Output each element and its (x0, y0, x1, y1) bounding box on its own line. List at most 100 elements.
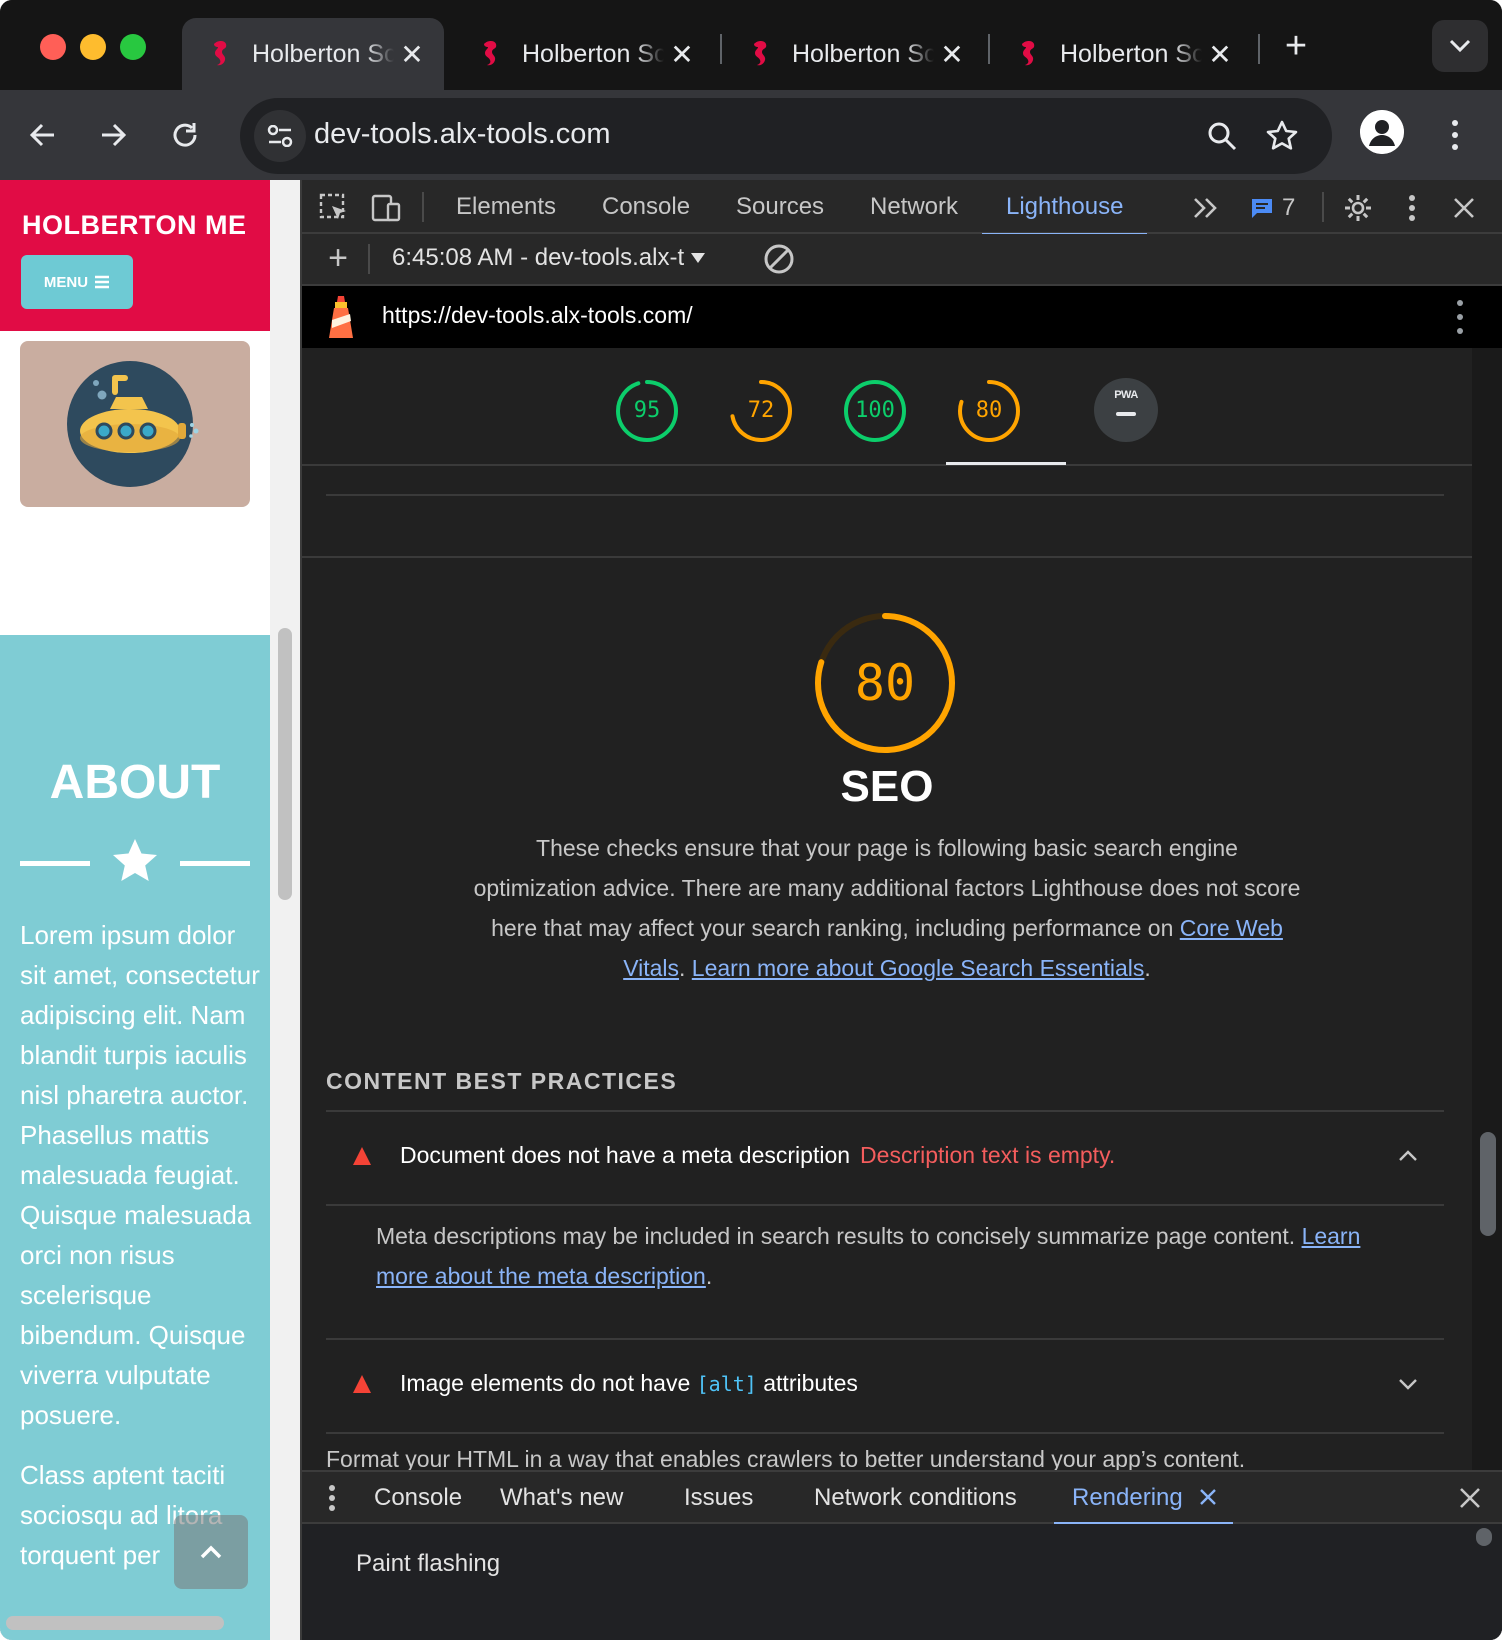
bookmark-button[interactable] (1260, 114, 1304, 158)
reload-button[interactable] (160, 110, 210, 160)
report-menu-button[interactable] (1454, 300, 1466, 334)
tab-network[interactable]: Network (846, 180, 982, 234)
double-chevron-right-icon (1194, 198, 1217, 218)
scroll-to-top-button[interactable] (174, 1515, 248, 1589)
drawer-tab-network-conditions[interactable]: Network conditions (796, 1472, 1035, 1524)
arrow-left-icon (29, 123, 54, 147)
audit-image-alt[interactable]: Image elements do not have [alt] attribu… (326, 1340, 1444, 1432)
about-text: Lorem ipsum dolor sit amet, consectetur … (20, 915, 260, 1595)
audit-group-title: CONTENT BEST PRACTICES (326, 1068, 678, 1094)
chevron-up-icon[interactable] (1394, 1142, 1422, 1170)
maximize-window-button[interactable] (120, 34, 146, 60)
issues-counter[interactable]: 7 (1250, 190, 1295, 226)
paint-flashing-option[interactable]: Paint flashing (356, 1550, 500, 1578)
report-url[interactable]: https://dev-tools.alx-tools.com/ (382, 302, 693, 329)
site-title[interactable]: HOLBERTON ME (22, 210, 247, 241)
rendering-panel: Paint flashing (302, 1524, 1502, 1640)
devtools-menu-button[interactable] (1394, 190, 1430, 226)
drawer-tab-rendering[interactable]: Rendering (1054, 1472, 1233, 1525)
pwa-badge[interactable]: PWA (1094, 378, 1158, 442)
search-essentials-link[interactable]: Learn more about Google Search Essential… (692, 955, 1145, 981)
audit-description-text: Meta descriptions may be included in sea… (376, 1223, 1302, 1249)
close-devtools-button[interactable] (1446, 190, 1482, 226)
audit-title-text: attributes (756, 1370, 858, 1396)
page-scroll-thumb[interactable] (278, 628, 292, 900)
gear-icon (1345, 195, 1371, 221)
tab-sources[interactable]: Sources (712, 180, 848, 234)
drawer-tab-issues[interactable]: Issues (666, 1472, 771, 1524)
site-info-button[interactable] (254, 110, 306, 162)
score-gauge-performance[interactable]: 95 (614, 378, 680, 444)
toolbar-divider (422, 192, 424, 222)
audit-display-value: Description text is empty. (860, 1142, 1116, 1168)
chevron-down-icon (1449, 39, 1471, 53)
chevron-up-icon (200, 1545, 222, 1559)
close-tab-icon[interactable]: ✕ (664, 36, 700, 72)
new-report-button[interactable]: + (320, 239, 356, 277)
device-mode-icon (371, 194, 401, 222)
menu-button[interactable]: MENU (21, 255, 133, 309)
close-tab-icon[interactable]: ✕ (934, 36, 970, 72)
toolbar-divider (1322, 192, 1324, 222)
browser-tab[interactable]: Holberton School ✕ (990, 18, 1252, 90)
clear-reports-icon[interactable] (762, 242, 796, 276)
drawer-menu-button[interactable] (314, 1480, 350, 1516)
tab-title: Holberton School (252, 39, 394, 68)
drawer-scroll-thumb[interactable] (1476, 1528, 1492, 1546)
submarine-icon (67, 361, 199, 487)
close-drawer-button[interactable] (1452, 1480, 1488, 1516)
close-window-button[interactable] (40, 34, 66, 60)
settings-button[interactable] (1340, 190, 1376, 226)
issues-count: 7 (1282, 194, 1296, 221)
score-gauge-seo[interactable]: 80 (956, 378, 1022, 444)
drawer-tab-whats-new[interactable]: What's new (482, 1472, 641, 1524)
browser-menu-button[interactable] (1440, 112, 1470, 158)
tab-console[interactable]: Console (578, 180, 714, 234)
browser-tab[interactable]: Holberton School ✕ (722, 18, 984, 90)
back-button[interactable] (18, 110, 68, 160)
tab-title: Holberton School (1060, 39, 1202, 68)
about-title: ABOUT (49, 756, 221, 809)
description-text: These checks ensure that your page is fo… (473, 835, 1301, 941)
seahorse-favicon-icon (208, 37, 232, 71)
audit-title: Document does not have a meta descriptio… (400, 1142, 1115, 1169)
drawer-tab-console[interactable]: Console (356, 1472, 480, 1524)
close-tab-icon[interactable]: ✕ (394, 36, 430, 72)
score-gauges: 95 72 100 80 PWA (302, 348, 1472, 466)
device-toolbar-button[interactable] (368, 190, 404, 226)
submarine-illustration (20, 341, 250, 507)
address-bar[interactable]: dev-tools.alx-tools.com (240, 98, 1332, 174)
tab-search-button[interactable] (1432, 20, 1488, 72)
url-text[interactable]: dev-tools.alx-tools.com (314, 118, 611, 151)
new-tab-button[interactable]: + (1276, 24, 1316, 68)
seahorse-favicon-icon (748, 37, 772, 71)
category-title: SEO (840, 762, 934, 811)
close-tab-icon[interactable]: ✕ (1202, 36, 1238, 72)
inspect-element-button[interactable] (316, 190, 352, 226)
forward-button[interactable] (88, 110, 138, 160)
more-tabs-button[interactable] (1188, 190, 1224, 226)
page-vertical-scrollbar[interactable] (270, 180, 300, 1640)
score-gauge-best-practices[interactable]: 100 (842, 378, 908, 444)
report-scroll-thumb[interactable] (1480, 1132, 1496, 1236)
tab-lighthouse[interactable]: Lighthouse (982, 180, 1148, 236)
minimize-window-button[interactable] (80, 34, 106, 60)
browser-tab[interactable]: Holberton School ✕ (182, 18, 444, 90)
chevron-down-icon[interactable] (1394, 1370, 1422, 1398)
vertical-dots-icon (1409, 195, 1415, 221)
audit-meta-description[interactable]: Document does not have a meta descriptio… (326, 1112, 1444, 1204)
profile-avatar[interactable] (1360, 110, 1404, 154)
close-tab-icon[interactable] (1199, 1488, 1217, 1506)
zoom-button[interactable] (1200, 114, 1244, 158)
lighthouse-report-header: https://dev-tools.alx-tools.com/ (302, 286, 1502, 348)
browser-tab[interactable]: Holberton School ✕ (452, 18, 714, 90)
page-horizontal-scroll-thumb[interactable] (6, 1616, 224, 1630)
score-gauge-accessibility[interactable]: 72 (728, 378, 794, 444)
arrow-right-icon (102, 123, 127, 147)
report-scrollbar[interactable] (1472, 348, 1502, 1470)
tab-elements[interactable]: Elements (432, 180, 580, 234)
dash-icon (1116, 412, 1136, 416)
toolbar-divider (368, 244, 370, 274)
report-selector[interactable]: 6:45:08 AM - dev-tools.alx-t (392, 244, 706, 272)
tab-title: Holberton School (522, 39, 664, 68)
